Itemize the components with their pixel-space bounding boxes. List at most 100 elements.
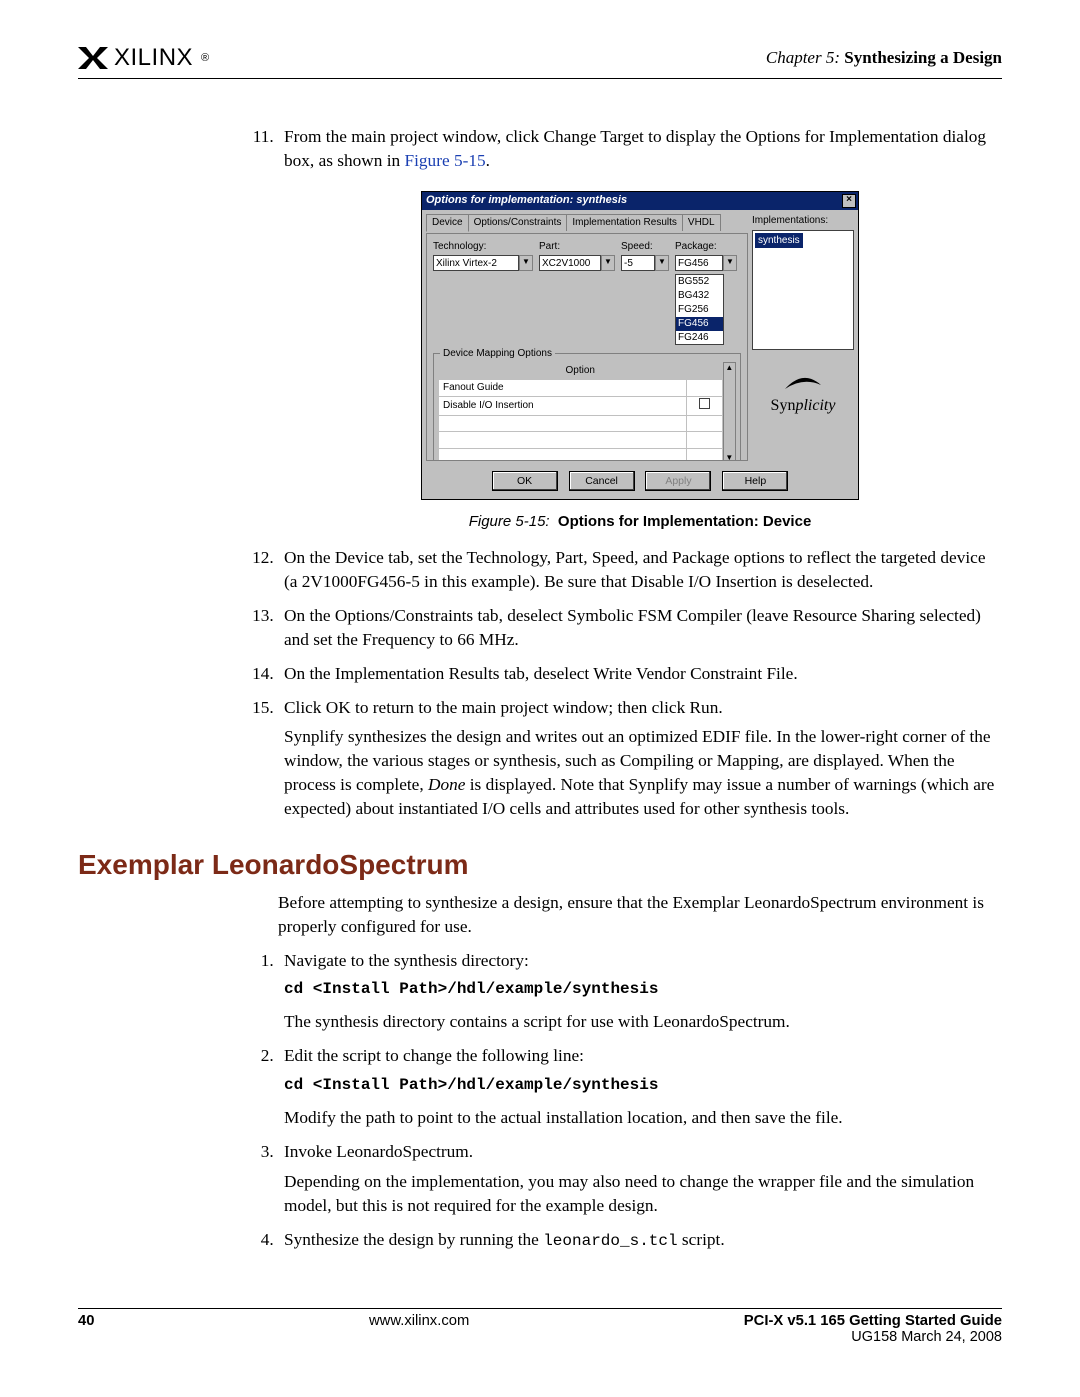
ls4-code: leonardo_s.tcl [543,1232,677,1250]
tree-item-synthesis[interactable]: synthesis [755,233,803,249]
ls2-after: Modify the path to point to the actual i… [284,1106,1002,1130]
ls3-after: Depending on the implementation, you may… [284,1170,1002,1218]
synplicity-swoosh-icon [783,375,823,393]
ls-step-2: Edit the script to change the following … [278,1044,1002,1130]
ls4-text-b: script. [678,1230,725,1249]
list-item-selected[interactable]: FG456 [676,317,723,331]
step-15-para: Synplify synthesizes the design and writ… [284,725,1002,820]
chapter-title: Synthesizing a Design [844,48,1002,67]
chevron-down-icon[interactable]: ▼ [723,255,737,271]
implementations-label: Implementations: [752,214,854,228]
leonardo-content: Before attempting to synthesize a design… [278,891,1002,1252]
footer-rule [78,1308,1002,1309]
dialog-title: Options for implementation: synthesis [426,193,627,208]
xilinx-logo: XILINX ® [78,44,210,72]
ls3-text: Invoke LeonardoSpectrum. [284,1142,473,1161]
leonardo-steps: Navigate to the synthesis directory: cd … [278,949,1002,1252]
part-label: Part: [539,240,615,254]
ls-step-3: Invoke LeonardoSpectrum. Depending on th… [278,1140,1002,1218]
steps-list-b: On the Device tab, set the Technology, P… [278,546,1002,821]
tab-strip: Device Options/Constraints Implementatio… [426,214,748,231]
technology-combo[interactable] [433,255,519,271]
footer-url[interactable]: www.xilinx.com [369,1313,469,1345]
part-combo[interactable] [539,255,601,271]
chevron-down-icon[interactable]: ▼ [601,255,615,271]
list-item[interactable]: BG552 [676,275,723,289]
list-item[interactable]: FG256 [676,303,723,317]
list-item[interactable]: FG246 [676,331,723,345]
cancel-button[interactable]: Cancel [569,471,635,491]
doc-title: PCI-X v5.1 165 Getting Started Guide [744,1313,1002,1329]
figure-link-5-15[interactable]: Figure 5-15 [405,151,486,170]
apply-button[interactable]: Apply [645,471,711,491]
page-footer: 40 www.xilinx.com PCI-X v5.1 165 Getting… [78,1308,1002,1345]
chapter-label: Chapter 5: Synthesizing a Design [766,48,1002,68]
table-row[interactable]: Fanout Guide [439,380,687,397]
xilinx-logo-icon [78,47,108,69]
ls4-text-a: Synthesize the design by running the [284,1230,543,1249]
steps-list-a: From the main project window, click Chan… [278,125,1002,173]
chevron-down-icon[interactable]: ▼ [655,255,669,271]
ls2-code: cd <Install Path>/hdl/example/synthesis [284,1074,1002,1096]
brand-text: XILINX [114,44,193,72]
help-button[interactable]: Help [722,471,788,491]
tab-device[interactable]: Device [426,214,469,232]
close-icon[interactable]: × [842,194,856,208]
step-12: On the Device tab, set the Technology, P… [278,546,1002,594]
figure-caption: Figure 5-15: Options for Implementation:… [278,512,1002,533]
main-content: From the main project window, click Chan… [278,125,1002,821]
package-combo[interactable] [675,255,723,271]
list-item[interactable]: BG432 [676,289,723,303]
section-heading-leonardo: Exemplar LeonardoSpectrum [78,849,1002,881]
device-mapping-legend: Device Mapping Options [440,347,555,361]
ls-step-1: Navigate to the synthesis directory: cd … [278,949,1002,1035]
step-15: Click OK to return to the main project w… [278,696,1002,821]
table-row [439,449,687,461]
option-header: Option [439,363,723,380]
figure-number: Figure 5-15: [469,513,550,530]
ok-button[interactable]: OK [492,471,558,491]
package-dropdown-list[interactable]: BG552 BG432 FG256 FG456 FG246 [675,274,724,345]
plicity-text: plicity [795,397,835,414]
tab-options-constraints[interactable]: Options/Constraints [468,214,568,231]
figure-title: Options for Implementation: Device [558,513,811,530]
ls1-text: Navigate to the synthesis directory: [284,951,529,970]
option-table: Option Fanout Guide Disable I/O Insertio… [438,362,723,460]
synplicity-logo: Synplicity [752,375,854,417]
ls-step-4: Synthesize the design by running the leo… [278,1228,1002,1252]
package-label: Package: [675,240,739,254]
page-header: XILINX ® Chapter 5: Synthesizing a Design [78,44,1002,72]
step-14: On the Implementation Results tab, desel… [278,662,1002,686]
scrollbar[interactable]: ▲▼ [723,362,736,460]
speed-combo[interactable] [621,255,655,271]
ls1-code: cd <Install Path>/hdl/example/synthesis [284,978,1002,1000]
chapter-prefix: Chapter 5: [766,48,840,67]
done-emph: Done [428,775,465,794]
table-row[interactable]: Disable I/O Insertion [439,396,687,415]
figure-5-15: Options for implementation: synthesis × … [278,191,1002,532]
leonardo-intro: Before attempting to synthesize a design… [278,891,1002,939]
step-11-text-a: From the main project window, click Chan… [284,127,986,170]
speed-label: Speed: [621,240,669,254]
device-mapping-fieldset: Device Mapping Options Option Fanout Gui… [433,353,741,460]
registered-mark: ® [201,52,210,64]
ls2-text: Edit the script to change the following … [284,1046,584,1065]
ls1-after: The synthesis directory contains a scrip… [284,1010,1002,1034]
table-row [439,415,687,432]
step-11-text-b: . [486,151,490,170]
disable-io-checkbox[interactable] [699,398,710,409]
implementations-tree[interactable]: synthesis [752,230,854,350]
syn-text: Syn [771,397,796,414]
step-15-line1: Click OK to return to the main project w… [284,698,723,717]
dialog-button-row: OK Cancel Apply Help [422,465,858,499]
page-number: 40 [78,1313,94,1345]
device-panel: Technology: ▼ Part: ▼ Speed: ▼ [426,233,748,461]
doc-sub: UG158 March 24, 2008 [851,1329,1002,1345]
tab-vhdl[interactable]: VHDL [682,214,721,231]
technology-label: Technology: [433,240,533,254]
chevron-down-icon[interactable]: ▼ [519,255,533,271]
step-11: From the main project window, click Chan… [278,125,1002,173]
tab-implementation-results[interactable]: Implementation Results [566,214,683,231]
dialog-titlebar: Options for implementation: synthesis × [422,192,858,210]
table-row [439,432,687,449]
